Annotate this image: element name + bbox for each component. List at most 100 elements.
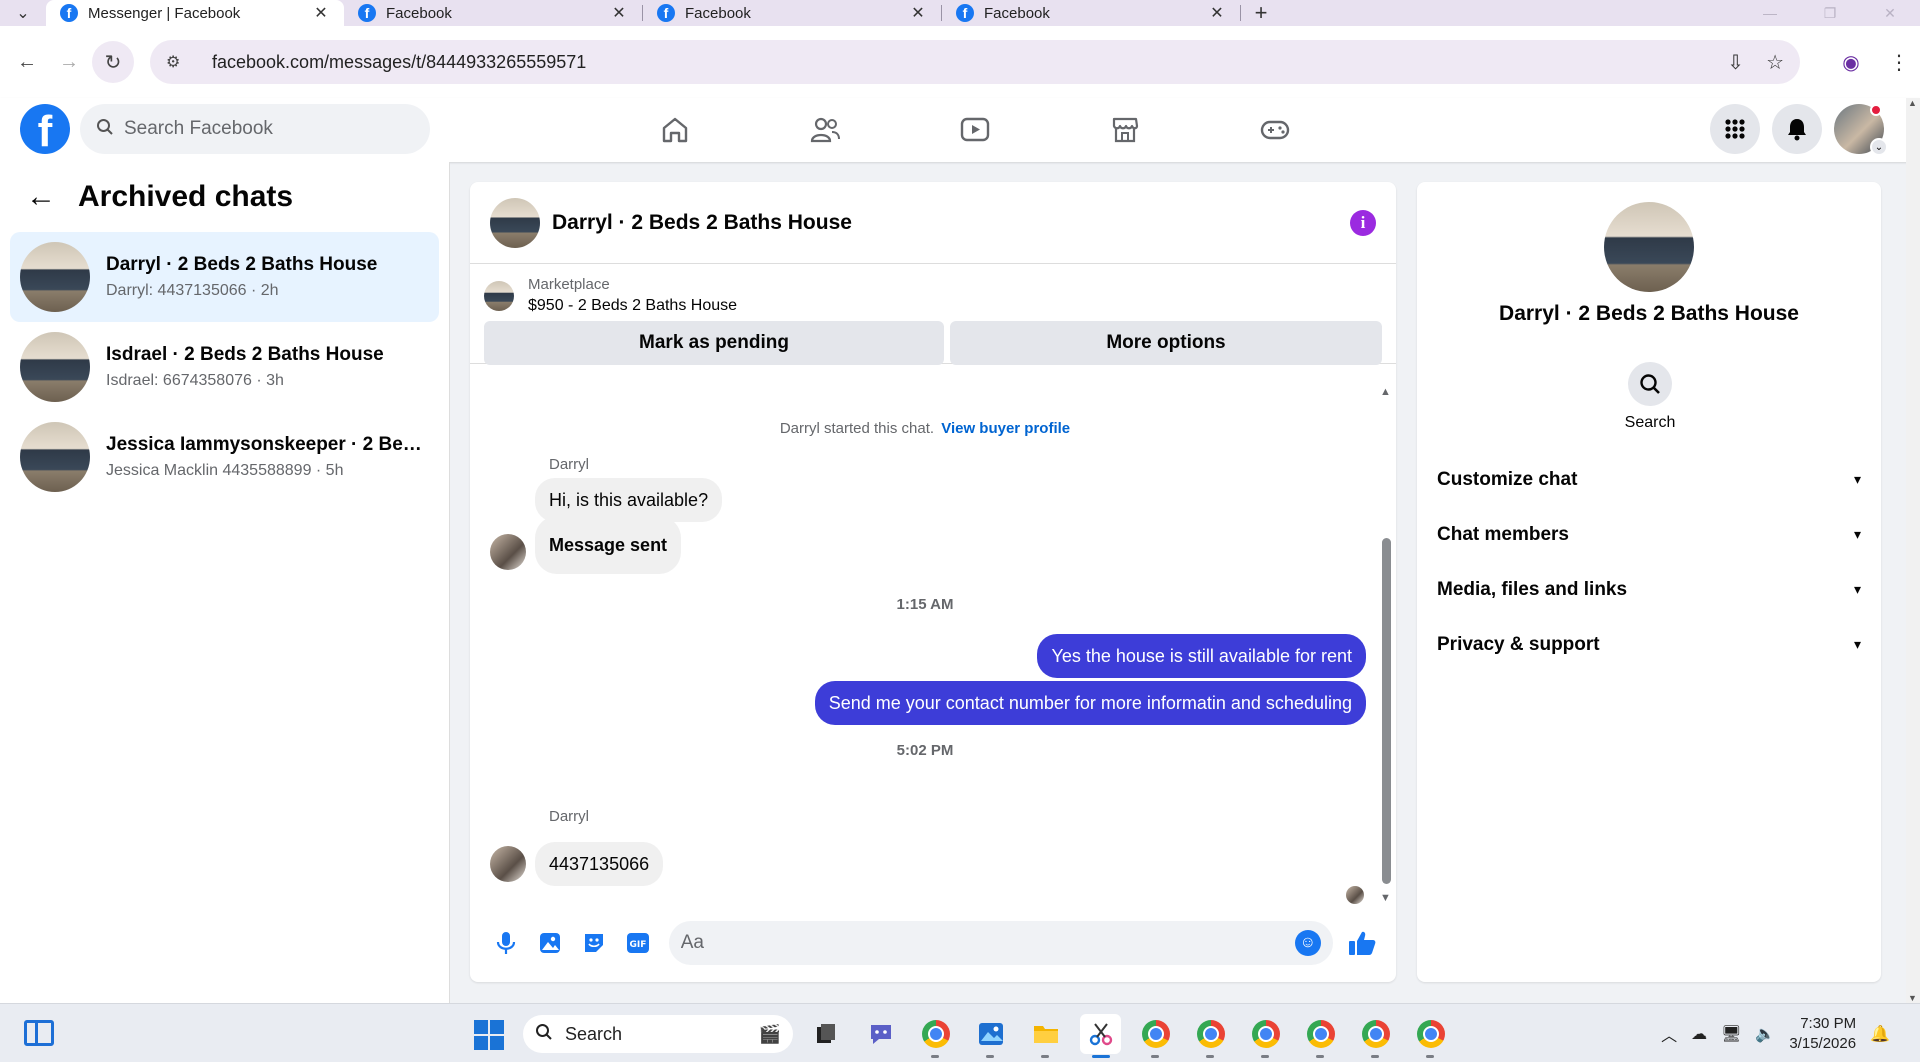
message-input-box[interactable]: ☺ (668, 921, 1333, 965)
view-buyer-profile-link[interactable]: View buyer profile (941, 420, 1070, 437)
widgets-icon[interactable] (24, 1020, 54, 1046)
url-bar[interactable]: ⚙ facebook.com/messages/t/84449332655595… (150, 40, 1800, 84)
outgoing-message[interactable]: Yes the house is still available for ren… (1037, 634, 1366, 678)
browser-menu-icon[interactable]: ⋮ (1878, 40, 1920, 84)
section-media-files-links[interactable]: Media, files and links ▾ (1417, 562, 1881, 617)
snipping-tool-icon[interactable] (1080, 1014, 1121, 1058)
search-in-conversation-button[interactable]: Search (1620, 362, 1680, 432)
restore-icon[interactable]: ❐ (1800, 0, 1860, 26)
section-chat-members[interactable]: Chat members ▾ (1417, 507, 1881, 562)
photos-icon[interactable] (970, 1014, 1011, 1058)
microphone-icon[interactable] (484, 921, 527, 965)
chrome-profile-icon[interactable] (1410, 1014, 1451, 1058)
conversation-item[interactable]: Darryl · 2 Beds 2 Baths House Darryl: 44… (10, 232, 439, 322)
chrome-profile-icon[interactable] (1245, 1014, 1286, 1058)
outgoing-message[interactable]: Send me your contact number for more inf… (814, 681, 1366, 725)
tray-overflow-chevron-icon[interactable]: ︿ (1661, 1022, 1677, 1046)
page-scrollbar[interactable]: ▲ ▼ (1906, 98, 1920, 1003)
browser-tab-facebook[interactable]: f Facebook ✕ (344, 0, 642, 26)
tab-close-icon[interactable]: ✕ (1208, 3, 1226, 23)
profile-icon[interactable]: ◉ (1830, 40, 1872, 84)
back-arrow-icon[interactable]: ← (6, 41, 48, 83)
reload-icon[interactable]: ↻ (92, 41, 134, 83)
scroll-up-arrow-icon[interactable]: ▲ (1380, 386, 1391, 398)
section-customize-chat[interactable]: Customize chat ▾ (1417, 452, 1881, 507)
onedrive-offline-icon[interactable]: ☁ (1691, 1024, 1707, 1044)
listing-thumbnail (20, 242, 90, 312)
scrollbar-thumb[interactable] (1382, 538, 1391, 884)
chevron-down-icon[interactable]: ⌄ (1870, 138, 1888, 156)
listing-title[interactable]: $950 - 2 Beds 2 Baths House (528, 297, 737, 315)
friends-icon[interactable] (750, 98, 900, 162)
more-options-button[interactable]: More options (950, 321, 1382, 365)
notifications-bell-icon[interactable]: 🔔 (1870, 1024, 1890, 1044)
video-icon[interactable] (900, 98, 1050, 162)
bookmark-star-icon[interactable]: ☆ (1766, 50, 1784, 75)
facebook-search-input[interactable] (124, 118, 404, 140)
chat-profile-image[interactable] (1604, 202, 1694, 292)
site-info-icon[interactable]: ⚙ (166, 52, 192, 72)
windows-start-icon[interactable] (474, 1020, 504, 1050)
taskbar-search-box[interactable]: Search 🎬 (523, 1015, 793, 1053)
sticker-icon[interactable] (572, 921, 615, 965)
thumbs-up-like-icon[interactable] (1343, 923, 1382, 963)
menu-grid-icon[interactable] (1710, 104, 1760, 154)
marketplace-icon[interactable] (1050, 98, 1200, 162)
message-input[interactable] (680, 932, 1295, 954)
url-text[interactable]: facebook.com/messages/t/8444933265559571 (212, 52, 586, 73)
chat-header: Darryl · 2 Beds 2 Baths House i (470, 182, 1396, 264)
gif-icon[interactable]: GIF (617, 921, 660, 965)
section-privacy-support[interactable]: Privacy & support ▾ (1417, 617, 1881, 672)
chrome-profile-icon[interactable] (1355, 1014, 1396, 1058)
search-label: Search (1624, 414, 1676, 431)
sender-avatar[interactable] (490, 846, 526, 882)
chrome-profile-icon[interactable] (1300, 1014, 1341, 1058)
browser-tab-facebook[interactable]: f Facebook ✕ (643, 0, 941, 26)
back-arrow-icon[interactable]: ← (26, 180, 56, 214)
photo-attach-icon[interactable] (528, 921, 571, 965)
listing-thumbnail[interactable] (484, 280, 514, 311)
info-icon[interactable]: i (1350, 209, 1376, 236)
volume-icon[interactable]: 🔈 (1755, 1024, 1775, 1044)
account-avatar[interactable]: ⌄ (1834, 104, 1888, 156)
new-tab-plus-icon[interactable]: + (1241, 0, 1281, 26)
file-explorer-icon[interactable] (1025, 1014, 1066, 1058)
taskbar-clock[interactable]: 7:30 PM 3/15/2026 (1789, 1014, 1856, 1054)
facebook-search-box[interactable] (80, 104, 430, 154)
chat-title[interactable]: Darryl · 2 Beds 2 Baths House (552, 211, 852, 235)
tab-close-icon[interactable]: ✕ (312, 3, 330, 23)
teams-chat-icon[interactable] (860, 1014, 901, 1054)
scroll-up-arrow-icon[interactable]: ▲ (1908, 98, 1917, 108)
minimize-icon[interactable]: — (1740, 0, 1800, 26)
chrome-profile-icon[interactable] (1135, 1014, 1176, 1058)
tab-close-icon[interactable]: ✕ (909, 3, 927, 23)
conversation-item[interactable]: Isdrael · 2 Beds 2 Baths House Isdrael: … (10, 322, 439, 412)
tab-search-chevron-icon[interactable]: ⌄ (0, 0, 46, 26)
chat-details-panel: Darryl · 2 Beds 2 Baths House Search Cus… (1417, 182, 1881, 982)
browser-tab-messenger[interactable]: f Messenger | Facebook ✕ (46, 0, 344, 26)
network-icon[interactable]: 🖥 (1721, 1024, 1741, 1044)
install-app-icon[interactable]: ⇩ (1727, 50, 1744, 75)
incoming-message[interactable]: 4437135066 (535, 842, 664, 886)
notifications-bell-icon[interactable] (1772, 104, 1822, 154)
browser-tab-facebook[interactable]: f Facebook ✕ (942, 0, 1240, 26)
sender-avatar[interactable] (490, 534, 526, 570)
chrome-profile-icon[interactable] (1190, 1014, 1231, 1058)
close-window-icon[interactable]: ✕ (1860, 0, 1920, 26)
scroll-down-arrow-icon[interactable]: ▼ (1380, 892, 1391, 904)
conversation-item[interactable]: Jessica Iammysonskeeper · 2 Beds 2 Baths… (10, 412, 439, 502)
chat-avatar[interactable] (490, 197, 540, 248)
chrome-icon[interactable] (915, 1014, 956, 1058)
mark-as-pending-button[interactable]: Mark as pending (484, 321, 944, 365)
home-icon[interactable] (600, 98, 750, 162)
scroll-down-arrow-icon[interactable]: ▼ (1908, 993, 1917, 1003)
forward-arrow-icon[interactable]: → (48, 41, 90, 83)
facebook-logo-icon[interactable]: f (20, 104, 70, 154)
message-scrollbar[interactable]: ▲ ▼ (1380, 382, 1392, 904)
task-view-icon[interactable] (805, 1014, 846, 1054)
emoji-icon[interactable]: ☺ (1294, 930, 1321, 956)
incoming-message[interactable]: Message sent (535, 516, 682, 574)
search-icon[interactable] (1628, 362, 1672, 406)
gaming-icon[interactable] (1200, 98, 1350, 162)
tab-close-icon[interactable]: ✕ (610, 3, 628, 23)
